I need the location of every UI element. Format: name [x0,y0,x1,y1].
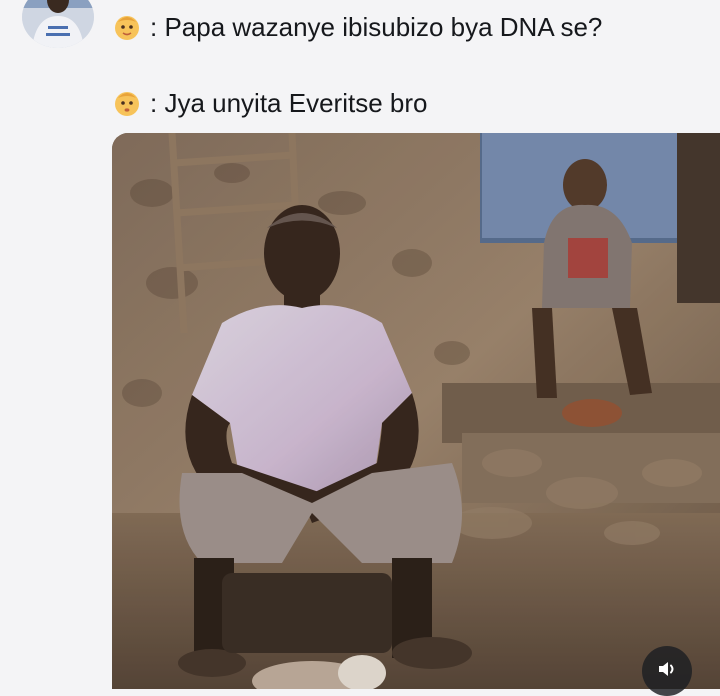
speaker-icon [655,657,679,686]
caption-text-1: : Papa wazanye ibisubizo bya DNA se? [150,12,603,42]
baby-face-emoji [112,88,142,118]
caption-line-1: : Papa wazanye ibisubizo bya DNA se? [112,12,602,42]
caption-line-2: : Jya unyita Everitse bro [112,88,427,118]
caption-text-2: : Jya unyita Everitse bro [150,88,428,118]
post-photo[interactable] [112,133,720,689]
profile-avatar[interactable] [22,0,94,48]
baby-face-emoji [112,12,142,42]
